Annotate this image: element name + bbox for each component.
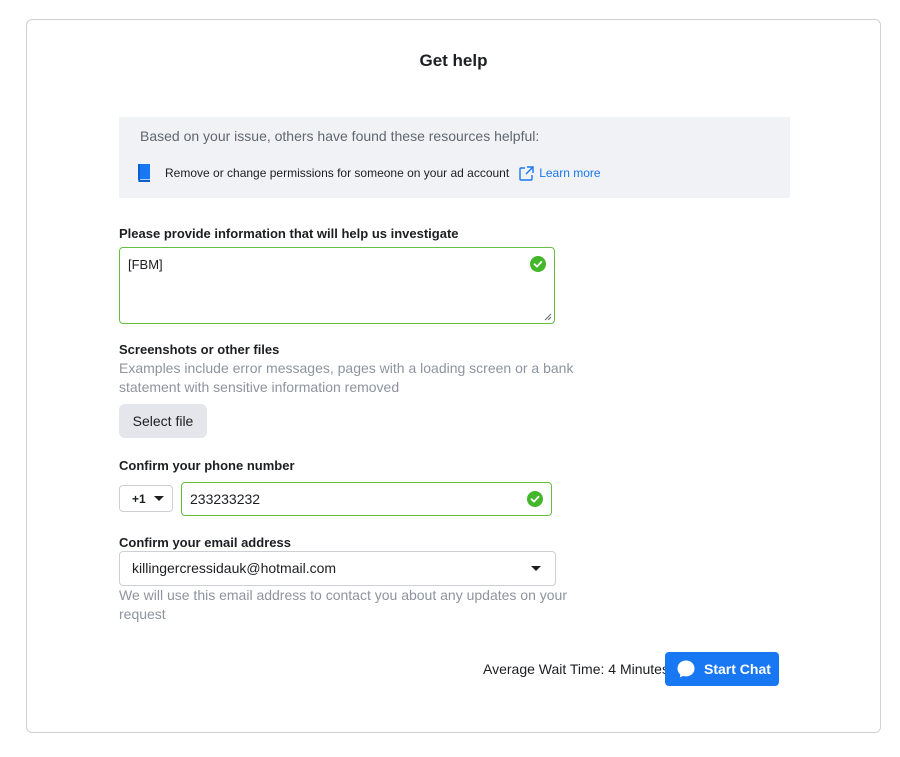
files-help-line: Examples include error messages, pages w… bbox=[119, 360, 574, 376]
page-title: Get help bbox=[419, 51, 488, 70]
phone-label: Confirm your phone number bbox=[119, 458, 295, 473]
valid-check-icon bbox=[530, 256, 546, 272]
book-icon bbox=[138, 164, 150, 182]
chevron-down-icon bbox=[153, 496, 164, 501]
phone-input[interactable]: 233233232 bbox=[181, 482, 552, 516]
start-chat-label: Start Chat bbox=[704, 661, 771, 677]
select-file-button[interactable]: Select file bbox=[119, 404, 207, 438]
investigate-value: [FBM] bbox=[128, 257, 163, 272]
get-help-card: Get help Based on your issue, others hav… bbox=[26, 19, 881, 733]
country-code-value: +1 bbox=[132, 491, 146, 506]
investigate-textarea[interactable]: [FBM] bbox=[119, 247, 555, 324]
files-help-text: Examples include error messages, pages w… bbox=[119, 359, 573, 397]
chat-bubble-icon bbox=[677, 660, 695, 678]
files-help-line: statement with sensitive information rem… bbox=[119, 379, 400, 395]
email-value: killingercressidauk@hotmail.com bbox=[132, 560, 337, 576]
resources-intro: Based on your issue, others have found t… bbox=[140, 128, 540, 144]
resource-link-text[interactable]: Remove or change permissions for someone… bbox=[165, 166, 509, 180]
email-label: Confirm your email address bbox=[119, 535, 291, 550]
external-link-icon[interactable] bbox=[519, 165, 534, 181]
country-code-select[interactable]: +1 bbox=[119, 485, 173, 512]
email-help-line: request bbox=[119, 606, 166, 622]
resize-handle-icon[interactable] bbox=[544, 313, 552, 321]
valid-check-icon bbox=[527, 491, 543, 507]
resources-panel: Based on your issue, others have found t… bbox=[119, 117, 790, 198]
investigate-label: Please provide information that will hel… bbox=[119, 226, 459, 241]
wait-time-text: Average Wait Time: 4 Minutes bbox=[483, 661, 669, 677]
email-select[interactable]: killingercressidauk@hotmail.com bbox=[119, 551, 556, 586]
email-help-line: We will use this email address to contac… bbox=[119, 587, 567, 603]
email-help-text: We will use this email address to contac… bbox=[119, 586, 567, 624]
chevron-down-icon bbox=[531, 566, 541, 571]
phone-value: 233233232 bbox=[190, 491, 261, 507]
learn-more-link[interactable]: Learn more bbox=[539, 166, 600, 180]
files-label: Screenshots or other files bbox=[119, 342, 280, 357]
resource-item: Remove or change permissions for someone… bbox=[136, 163, 601, 183]
start-chat-button[interactable]: Start Chat bbox=[665, 652, 779, 686]
